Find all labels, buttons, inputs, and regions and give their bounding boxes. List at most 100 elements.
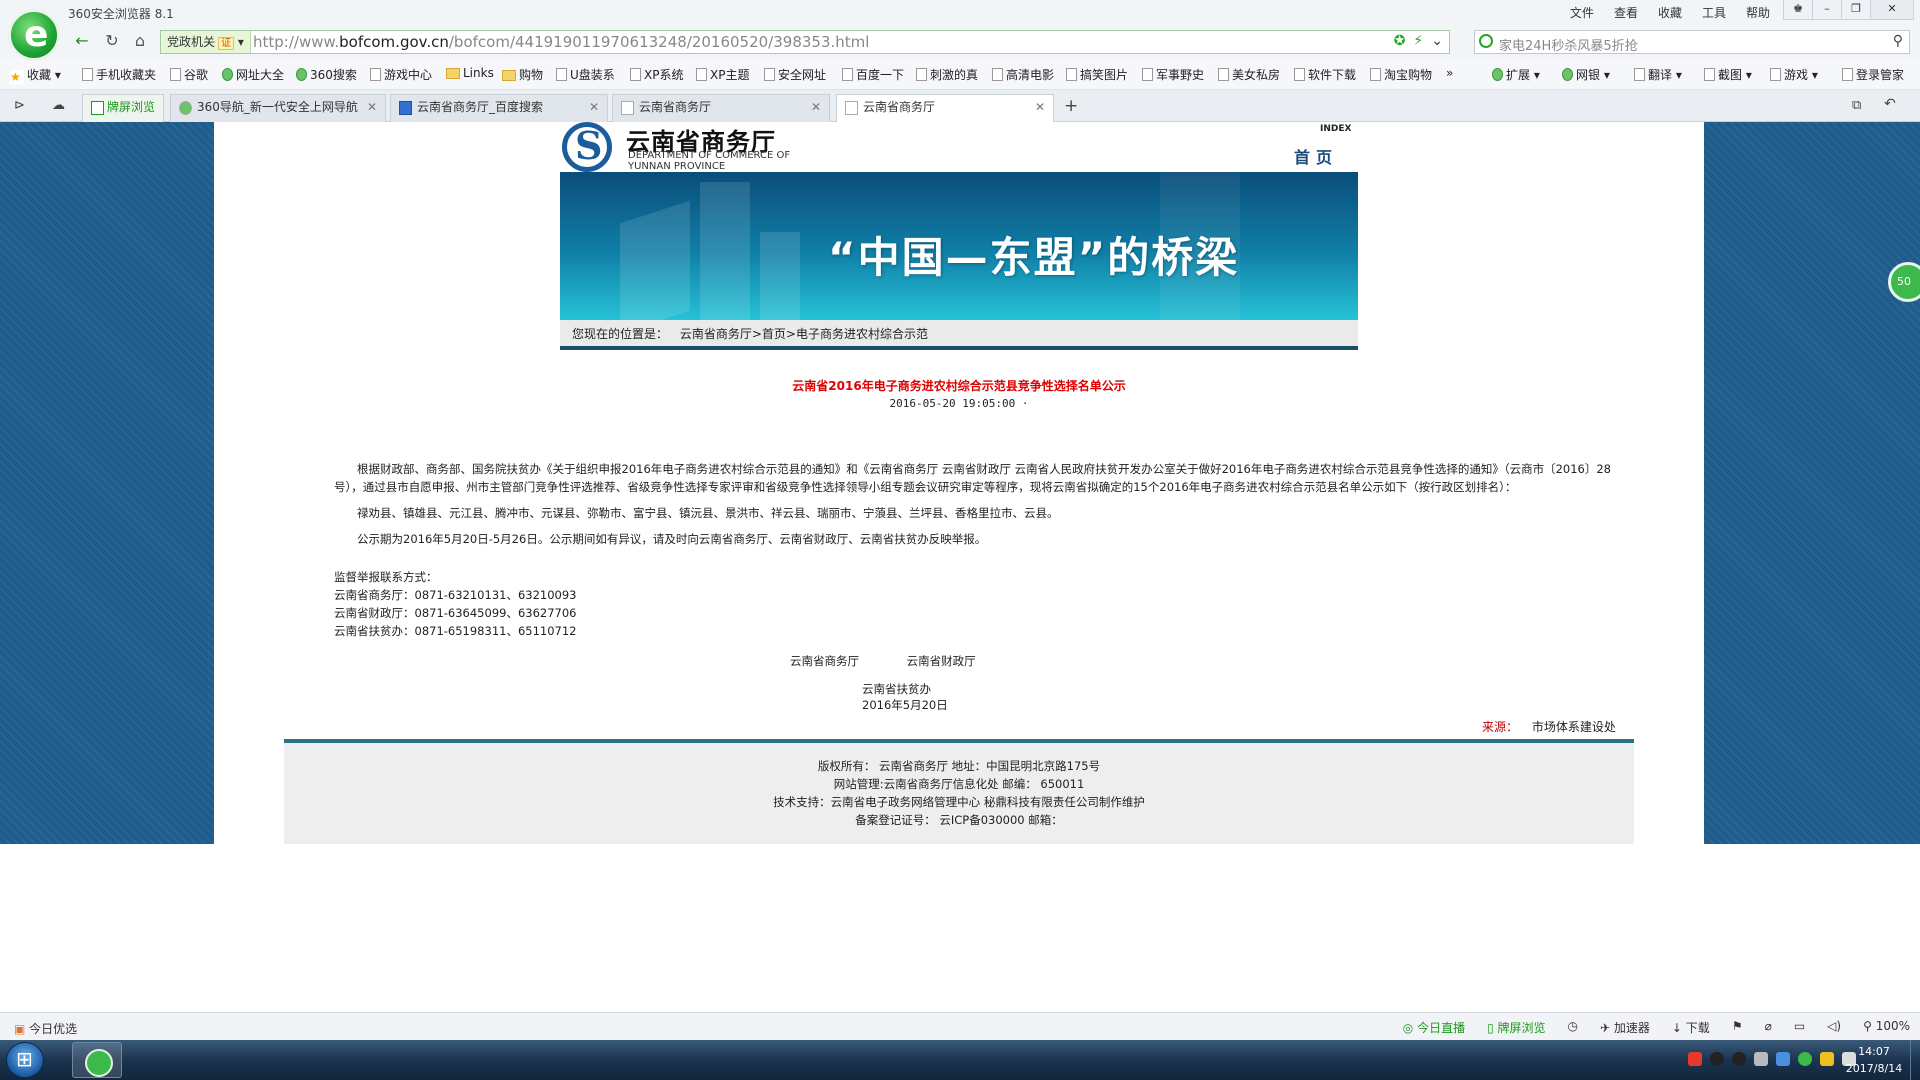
- system-clock[interactable]: 14:07 2017/8/14: [1844, 1043, 1904, 1077]
- extensions-button[interactable]: 扩展 ▾: [1492, 66, 1540, 83]
- qq-icon[interactable]: [1732, 1052, 1746, 1066]
- skin-button[interactable]: ♚: [1783, 0, 1813, 20]
- minimize-button[interactable]: –: [1812, 0, 1842, 20]
- maximize-button[interactable]: ❐: [1841, 0, 1871, 20]
- games-button[interactable]: 游戏 ▾: [1770, 66, 1818, 83]
- bookmark-item[interactable]: XP系统: [630, 66, 683, 83]
- 360-guard-icon[interactable]: [1798, 1052, 1812, 1066]
- qq-icon[interactable]: [1710, 1052, 1724, 1066]
- shield-icon[interactable]: [1820, 1052, 1834, 1066]
- close-window-button[interactable]: ✕: [1870, 0, 1914, 20]
- search-engine-icon[interactable]: [1479, 34, 1493, 48]
- floating-speed-badge[interactable]: 50: [1888, 262, 1920, 302]
- volume-icon[interactable]: ◁): [1827, 1019, 1841, 1036]
- close-tab-icon[interactable]: ✕: [589, 95, 599, 119]
- today-live-button[interactable]: ◎ 今日直播: [1403, 1019, 1465, 1036]
- bookmark-item[interactable]: 搞笑图片: [1066, 66, 1128, 83]
- contact-list: 监督举报联系方式： 云南省商务厅：0871-63210131、63210093 …: [334, 568, 576, 640]
- bookmark-item[interactable]: 刺激的真: [916, 66, 978, 83]
- bookmark-item[interactable]: 高清电影: [992, 66, 1054, 83]
- new-tab-button[interactable]: +: [1064, 96, 1078, 116]
- bookmark-item[interactable]: 百度一下: [842, 66, 904, 83]
- site-logo-icon[interactable]: [562, 122, 612, 172]
- url-action-icons: ✪ ⚡ ⌄: [1394, 33, 1443, 49]
- bookmark-favorites[interactable]: ★ 收藏 ▾: [10, 66, 61, 84]
- close-tab-icon[interactable]: ✕: [811, 95, 821, 119]
- speed-lightning-icon[interactable]: ⚡: [1413, 33, 1423, 49]
- bookmark-item[interactable]: 网址大全: [222, 66, 284, 83]
- flag-icon[interactable]: ⚑: [1732, 1019, 1743, 1036]
- sidebar-toggle-icon[interactable]: ⊳: [14, 98, 25, 113]
- bookmarks-more-icon[interactable]: »: [1446, 66, 1453, 80]
- dropdown-icon[interactable]: ⌄: [1431, 33, 1443, 49]
- bookmark-item[interactable]: 软件下载: [1294, 66, 1356, 83]
- menu-file[interactable]: 文件: [1570, 4, 1594, 21]
- today-picks-link[interactable]: 今日优选: [14, 1020, 77, 1037]
- tab-commerce-dept[interactable]: 云南省商务厅 ✕: [612, 94, 830, 122]
- browser-logo-icon[interactable]: [8, 9, 60, 61]
- sign-date: 2016年5月20日: [862, 698, 948, 712]
- close-tab-icon[interactable]: ✕: [367, 95, 377, 119]
- bookmark-item[interactable]: 360搜索: [296, 66, 357, 83]
- app-title: 360安全浏览器 8.1: [68, 7, 174, 21]
- undo-close-icon[interactable]: ↶: [1884, 96, 1896, 112]
- article-body: 根据财政部、商务部、国务院扶贫办《关于组织申报2016年电子商务进农村综合示范县…: [334, 460, 1624, 556]
- clear-icon[interactable]: ⌀: [1765, 1019, 1772, 1036]
- accelerator-button[interactable]: ✈ 加速器: [1600, 1019, 1650, 1036]
- gov-badge[interactable]: 党政机关证 ▾: [161, 31, 251, 53]
- start-button[interactable]: [6, 1042, 44, 1078]
- clock-date: 2017/8/14: [1845, 1062, 1903, 1075]
- url-text[interactable]: http://www.bofcom.gov.cn/bofcom/44191901…: [253, 33, 869, 51]
- page-icon: [621, 101, 634, 115]
- zoom-level[interactable]: ⚲ 100%: [1863, 1019, 1910, 1036]
- tab-baidu-search[interactable]: 云南省商务厅_百度搜索 ✕: [390, 94, 608, 122]
- home-link[interactable]: 首页: [1294, 144, 1338, 168]
- search-icon[interactable]: ⚲: [1893, 33, 1903, 49]
- url-input[interactable]: 党政机关证 ▾ http://www.bofcom.gov.cn/bofcom/…: [160, 30, 1450, 54]
- bookmark-folder[interactable]: 购物: [502, 66, 543, 83]
- window-icon[interactable]: ▭: [1794, 1019, 1805, 1036]
- taskbar-browser-app[interactable]: [72, 1042, 122, 1078]
- menu-tools[interactable]: 工具: [1702, 4, 1726, 21]
- security-icon[interactable]: ✪: [1394, 33, 1406, 49]
- translate-button[interactable]: 翻译 ▾: [1634, 66, 1682, 83]
- sogou-icon[interactable]: [1688, 1052, 1702, 1066]
- split-browse-button[interactable]: ▯ 牌屏浏览: [1487, 1019, 1545, 1036]
- download-button[interactable]: ↓ 下载: [1672, 1019, 1710, 1036]
- page-background-right: 50: [1704, 122, 1920, 844]
- bookmark-item[interactable]: 淘宝购物: [1370, 66, 1432, 83]
- search-box[interactable]: 家电24H秒杀风暴5折抢 ⚲: [1474, 30, 1910, 54]
- online-banking-button[interactable]: 网银 ▾: [1562, 66, 1610, 83]
- login-manager-button[interactable]: 登录管家: [1842, 66, 1904, 83]
- bookmark-folder[interactable]: Links: [446, 66, 494, 80]
- bookmark-item[interactable]: XP主题: [696, 66, 749, 83]
- network-icon[interactable]: [1754, 1052, 1768, 1066]
- bookmark-item[interactable]: 安全网址: [764, 66, 826, 83]
- history-icon[interactable]: ◷: [1568, 1019, 1578, 1036]
- menu-favorites[interactable]: 收藏: [1658, 4, 1682, 21]
- search-input[interactable]: 家电24H秒杀风暴5折抢: [1499, 35, 1638, 54]
- article-paragraph: 根据财政部、商务部、国务院扶贫办《关于组织申报2016年电子商务进农村综合示范县…: [334, 462, 1611, 494]
- bookmark-item[interactable]: 军事野史: [1142, 66, 1204, 83]
- bookmark-item[interactable]: 谷歌: [170, 66, 208, 83]
- screenshot-button[interactable]: 截图 ▾: [1704, 66, 1752, 83]
- bookmark-item[interactable]: 美女私房: [1218, 66, 1280, 83]
- show-desktop-button[interactable]: [1910, 1040, 1920, 1080]
- baidu-icon: [399, 101, 412, 115]
- menu-view[interactable]: 查看: [1614, 4, 1638, 21]
- back-arrow-icon[interactable]: ←: [70, 31, 94, 53]
- cloud-icon[interactable]: ☁: [52, 98, 65, 113]
- tab-split-browse[interactable]: 牌屏浏览: [82, 94, 164, 122]
- close-tab-icon[interactable]: ✕: [1035, 95, 1045, 119]
- tab-commerce-dept-active[interactable]: 云南省商务厅 ✕: [836, 94, 1054, 123]
- bookmark-item[interactable]: U盘装系: [556, 66, 615, 83]
- tab-360-nav[interactable]: 360导航_新一代安全上网导航 ✕: [170, 94, 386, 122]
- bookmark-item[interactable]: 游戏中心: [370, 66, 432, 83]
- menu-help[interactable]: 帮助: [1746, 4, 1770, 21]
- bookmark-item[interactable]: 手机收藏夹: [82, 66, 156, 83]
- home-icon[interactable]: ⌂: [128, 31, 152, 53]
- refresh-icon[interactable]: ↻: [100, 31, 124, 53]
- breadcrumb-path[interactable]: 云南省商务厅>首页>电子商务进农村综合示范: [680, 327, 928, 341]
- app-tray-icon[interactable]: [1776, 1052, 1790, 1066]
- tab-list-icon[interactable]: ⧉: [1852, 98, 1861, 113]
